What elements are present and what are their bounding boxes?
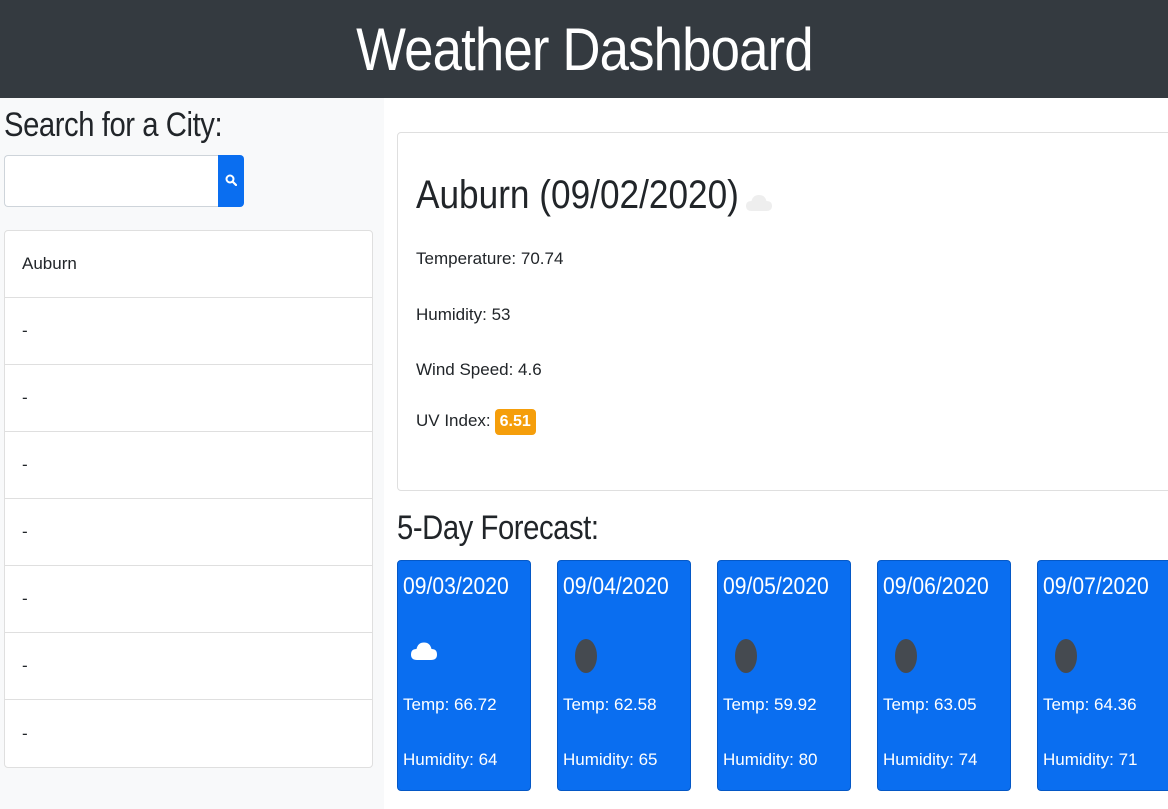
forecast-temp: Temp: 59.92 (723, 695, 817, 714)
forecast-humidity: Humidity: 80 (723, 750, 818, 769)
forecast-card-day1: 09/03/2020 Temp: 66.72 Humidity: 64 (397, 560, 531, 791)
temperature-text: Temperature: 70.74 (416, 249, 564, 268)
cloud-icon (745, 177, 773, 222)
uv-index-label: UV Index: (416, 411, 491, 430)
city-item-empty[interactable]: - (5, 365, 372, 432)
uv-index-row: UV Index: 6.51 (416, 409, 536, 435)
city-item-empty[interactable]: - (5, 499, 372, 566)
forecast-date: 09/04/2020 (563, 573, 669, 600)
forecast-date: 09/06/2020 (883, 573, 989, 600)
forecast-humidity: Humidity: 71 (1043, 750, 1138, 769)
app-header: Weather Dashboard (0, 0, 1168, 98)
search-heading: Search for a City: (4, 106, 223, 144)
city-history-list: Auburn - - - - - - - (4, 230, 373, 768)
forecast-temp: Temp: 66.72 (403, 695, 497, 714)
forecast-humidity: Humidity: 65 (563, 750, 658, 769)
app-title: Weather Dashboard (355, 15, 813, 83)
forecast-temp: Temp: 63.05 (883, 695, 977, 714)
forecast-card-day3: 09/05/2020 Temp: 59.92 Humidity: 80 (717, 560, 851, 791)
forecast-temp: Temp: 64.36 (1043, 695, 1137, 714)
moon-icon (570, 639, 598, 680)
forecast-heading: 5-Day Forecast: (397, 509, 599, 547)
forecast-temp: Temp: 62.58 (563, 695, 657, 714)
forecast-humidity: Humidity: 74 (883, 750, 978, 769)
city-item-empty[interactable]: - (5, 700, 372, 767)
search-button[interactable] (218, 155, 244, 207)
moon-icon (890, 639, 918, 680)
moon-icon (1050, 639, 1078, 680)
forecast-humidity: Humidity: 64 (403, 750, 498, 769)
city-item-empty[interactable]: - (5, 298, 372, 365)
wind-speed-text: Wind Speed: 4.6 (416, 360, 542, 379)
search-icon (225, 174, 238, 189)
uv-index-badge: 6.51 (494, 409, 536, 435)
forecast-date: 09/05/2020 (723, 573, 829, 600)
forecast-card-day4: 09/06/2020 Temp: 63.05 Humidity: 74 (877, 560, 1011, 791)
forecast-date: 09/03/2020 (403, 573, 509, 600)
current-weather-heading: Auburn (09/02/2020) (416, 169, 773, 222)
city-item-auburn[interactable]: Auburn (5, 231, 372, 298)
forecast-card-day5: 09/07/2020 Temp: 64.36 Humidity: 71 (1037, 560, 1168, 791)
city-search-input[interactable] (4, 155, 218, 207)
city-item-empty[interactable]: - (5, 432, 372, 499)
moon-icon (730, 639, 758, 680)
forecast-date: 09/07/2020 (1043, 573, 1149, 600)
city-item-empty[interactable]: - (5, 633, 372, 700)
humidity-text: Humidity: 53 (416, 305, 511, 324)
cloud-icon (410, 639, 438, 666)
forecast-card-day2: 09/04/2020 Temp: 62.58 Humidity: 65 (557, 560, 691, 791)
city-item-empty[interactable]: - (5, 566, 372, 633)
current-city-date: Auburn (09/02/2020) (416, 173, 739, 217)
current-weather-card: Auburn (09/02/2020) Temperature: 70.74 H… (397, 132, 1168, 491)
